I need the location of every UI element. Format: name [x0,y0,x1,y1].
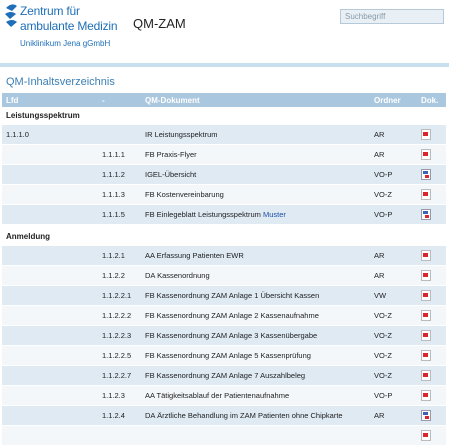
col-header-ordner: Ordner [374,96,401,105]
row-document[interactable]: FB Kassenordnung ZAM Anlage 3 Kassenüber… [145,331,317,340]
row-ordner: AR [374,130,385,139]
row-document[interactable]: FB Kassenordnung ZAM Anlage 7 Auszahlbel… [145,371,305,380]
table-row[interactable] [2,425,446,445]
row-ordner: VO-Z [374,311,392,320]
row-ordner: AR [374,271,385,280]
row-document[interactable]: FB Einlegeblatt Leistungsspektrum Muster [145,210,286,219]
qm-table: Lfd - QM-Dokument Ordner Dok. Leistungss… [2,93,446,445]
row-document-title: FB Einlegeblatt Leistungsspektrum [145,210,261,219]
row-document[interactable]: DA Ärztliche Behandlung im ZAM Patienten… [145,411,343,420]
table-row[interactable]: 1.1.2.2.5 FB Kassenordnung ZAM Anlage 5 … [2,345,446,365]
pdf-icon[interactable] [421,129,431,142]
pdf-icon[interactable] [421,290,431,303]
table-row[interactable]: 1.1.1.0 IR Leistungsspektrum AR [2,124,446,144]
zam-logo[interactable]: Zentrum für ambulante Medizin Unikliniku… [2,2,118,57]
row-document[interactable]: FB Praxis-Flyer [145,150,197,159]
search-input[interactable]: Suchbegriff [340,9,444,24]
row-document[interactable]: DA Kassenordnung [145,271,210,280]
table-row[interactable]: 1.1.2.2.1 FB Kassenordnung ZAM Anlage 1 … [2,285,446,305]
row-ordner: AR [374,411,385,420]
table-row[interactable]: 1.1.1.1 FB Praxis-Flyer AR [2,144,446,164]
section-heading: Anmeldung [2,228,446,245]
word-doc-icon[interactable] [421,209,431,222]
col-header-lfd: Lfd [6,96,19,105]
row-lfd: 1.1.2.2.5 [102,351,132,360]
pdf-icon[interactable] [421,370,431,383]
row-lfd: 1.1.1.1 [102,150,125,159]
row-lfd: 1.1.2.1 [102,251,125,260]
table-row[interactable]: 1.1.2.2 DA Kassenordnung AR [2,265,446,285]
row-document[interactable]: FB Kostenvereinbarung [145,190,224,199]
word-doc-icon[interactable] [421,410,431,423]
table-row[interactable]: 1.1.2.2.3 FB Kassenordnung ZAM Anlage 3 … [2,325,446,345]
logo-text-line1: Zentrum für [20,4,80,18]
row-ordner: VO-Z [374,331,392,340]
row-lfd: 1.1.1.2 [102,170,125,179]
row-lfd: 1.1.1.0 [6,130,29,139]
row-document[interactable]: IGEL-Übersicht [145,170,196,179]
app-title: QM-ZAM [133,16,186,31]
col-header-dok: Dok. [421,96,439,105]
header-divider [0,63,449,67]
pdf-icon[interactable] [421,390,431,403]
pdf-icon[interactable] [421,189,431,202]
page-title: QM-Inhaltsverzeichnis [6,76,115,88]
table-row[interactable]: 1.1.1.2 IGEL-Übersicht VO-P [2,164,446,184]
table-row[interactable]: 1.1.2.4 DA Ärztliche Behandlung im ZAM P… [2,405,446,425]
section-heading: Leistungsspektrum [2,107,446,124]
logo-text-line3: Uniklinikum Jena gGmbH [20,39,111,48]
pdf-icon[interactable] [421,350,431,363]
row-document[interactable]: FB Kassenordnung ZAM Anlage 5 Kassenprüf… [145,351,311,360]
pdf-icon[interactable] [421,250,431,263]
section-title: Anmeldung [6,232,50,241]
page-header: Zentrum für ambulante Medizin Unikliniku… [0,0,449,62]
row-lfd: 1.1.2.2.2 [102,311,132,320]
row-document[interactable]: AA Tätigkeitsablauf der Patientenaufnahm… [145,391,289,400]
row-document[interactable]: FB Kassenordnung ZAM Anlage 2 Kassenaufn… [145,311,319,320]
logo-text-line2: ambulante Medizin [20,19,118,33]
table-row[interactable]: 1.1.1.5 FB Einlegeblatt Leistungsspektru… [2,204,446,224]
row-lfd: 1.1.2.4 [102,411,125,420]
pdf-icon[interactable] [421,310,431,323]
table-row[interactable]: 1.1.2.1 AA Erfassung Patienten EWR AR [2,245,446,265]
row-ordner: AR [374,150,385,159]
row-ordner: VO-Z [374,190,392,199]
row-ordner: VO-P [374,391,393,400]
col-header-document: QM-Dokument [145,96,200,105]
row-document[interactable]: AA Erfassung Patienten EWR [145,251,244,260]
table-row[interactable]: 1.1.1.3 FB Kostenvereinbarung VO-Z [2,184,446,204]
pdf-icon[interactable] [421,330,431,343]
section-title: Leistungsspektrum [6,111,80,120]
row-document[interactable]: IR Leistungsspektrum [145,130,218,139]
row-document[interactable]: FB Kassenordnung ZAM Anlage 1 Übersicht … [145,291,319,300]
pdf-icon[interactable] [421,270,431,283]
col-header-dash: - [102,96,105,105]
table-row[interactable]: 1.1.2.3 AA Tätigkeitsablauf der Patiente… [2,385,446,405]
word-doc-icon[interactable] [421,169,431,182]
row-ordner: VO-Z [374,351,392,360]
row-ordner: VO-P [374,210,393,219]
row-ordner: VO-P [374,170,393,179]
table-row[interactable]: 1.1.2.2.7 FB Kassenordnung ZAM Anlage 7 … [2,365,446,385]
table-row[interactable]: 1.1.2.2.2 FB Kassenordnung ZAM Anlage 2 … [2,305,446,325]
pdf-icon[interactable] [421,430,431,443]
row-ordner: AR [374,251,385,260]
row-document-title: DA Ärztliche Behandlung im ZAM Patienten… [145,411,343,420]
row-lfd: 1.1.2.2.3 [102,331,132,340]
row-ordner: VO-Z [374,371,392,380]
logo-mark-icon [5,4,17,27]
table-header: Lfd - QM-Dokument Ordner Dok. [2,93,446,107]
row-lfd: 1.1.2.2.1 [102,291,132,300]
row-ordner: VW [374,291,387,300]
muster-link[interactable]: Muster [263,210,286,219]
row-lfd: 1.1.2.3 [102,391,125,400]
pdf-icon[interactable] [421,149,431,162]
row-lfd: 1.1.2.2.7 [102,371,132,380]
row-lfd: 1.1.2.2 [102,271,125,280]
row-lfd: 1.1.1.5 [102,210,125,219]
row-lfd: 1.1.1.3 [102,190,125,199]
